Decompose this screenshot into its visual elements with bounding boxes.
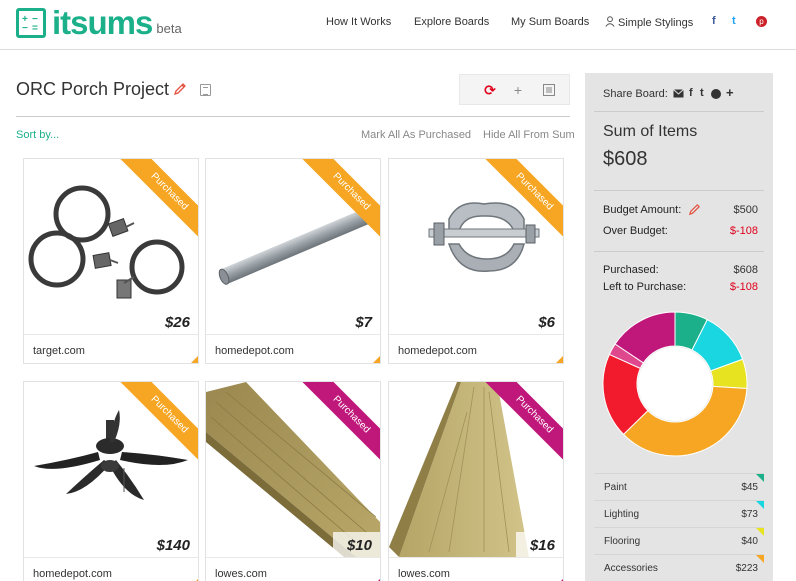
item-price: $6 — [524, 309, 563, 334]
panel-separator — [594, 251, 764, 252]
item-card[interactable]: Purchased $6 homedepot.com — [388, 158, 564, 364]
logo-text: itsums — [52, 4, 153, 41]
nav-simple-stylings-label: Simple Stylings — [618, 17, 694, 29]
pinterest-share-icon[interactable] — [711, 89, 721, 99]
logo-beta: beta — [156, 21, 182, 36]
panel-separator — [594, 190, 764, 191]
category-value: $45 — [741, 482, 758, 493]
nav-simple-stylings[interactable]: Simple Stylings — [605, 16, 693, 29]
category-corner-marker — [555, 356, 563, 363]
item-card[interactable]: Purchased $140 homedepot.com — [23, 381, 199, 581]
purchased-label: Purchased: — [603, 264, 659, 276]
nav-explore-boards[interactable]: Explore Boards — [414, 16, 489, 28]
category-value: $223 — [735, 563, 758, 574]
mark-all-purchased-link[interactable]: Mark All As Purchased — [361, 129, 471, 141]
board-toolbar: ⟳ + — [459, 74, 570, 105]
category-row-flooring[interactable]: Flooring $40 — [594, 527, 764, 554]
item-store[interactable]: homedepot.com — [33, 568, 112, 580]
item-price: $10 — [332, 532, 380, 557]
category-name: Accessories — [604, 563, 658, 574]
category-color-marker — [756, 555, 764, 563]
budget-amount-value: $500 — [733, 204, 758, 216]
edit-title-pencil-icon[interactable] — [173, 82, 187, 96]
item-footer: homedepot.com — [206, 334, 380, 363]
category-row-paint[interactable]: Paint $45 — [594, 473, 764, 500]
item-image[interactable]: Purchased $7 — [206, 159, 380, 334]
donut-center — [638, 347, 712, 421]
item-footer: homedepot.com — [24, 557, 198, 581]
item-store[interactable]: homedepot.com — [215, 345, 294, 357]
board-title: ORC Porch Project — [16, 79, 170, 99]
copy-board-icon[interactable] — [200, 84, 211, 96]
category-color-marker — [756, 501, 764, 509]
share-board-label: Share Board: — [603, 88, 668, 100]
sum-panel: Share Board: f t + Sum of Items $608 Bud… — [585, 73, 773, 581]
email-share-icon[interactable] — [673, 89, 684, 98]
sum-of-items-value: $608 — [603, 148, 648, 170]
category-name: Lighting — [604, 509, 640, 520]
category-value: $73 — [741, 509, 758, 520]
list-view-icon[interactable] — [540, 81, 558, 99]
category-value: $40 — [741, 536, 758, 547]
category-row-accessories[interactable]: Accessories $223 — [594, 554, 764, 581]
category-corner-marker — [190, 356, 198, 363]
top-header: + − − = itsums beta How It Works Explore… — [0, 0, 796, 50]
item-card[interactable]: Purchased $7 homedepot.com — [205, 158, 381, 364]
donut-chart-svg — [602, 311, 748, 457]
nav-how-it-works[interactable]: How It Works — [326, 16, 391, 28]
item-store[interactable]: lowes.com — [215, 568, 267, 580]
over-budget-label: Over Budget: — [603, 225, 668, 237]
item-footer: target.com — [24, 334, 198, 363]
pinterest-icon[interactable]: p — [756, 16, 767, 27]
item-footer: lowes.com — [389, 557, 563, 581]
category-name: Flooring — [604, 536, 641, 547]
purchased-value: $608 — [733, 264, 758, 276]
item-image[interactable]: Purchased $140 — [24, 382, 198, 557]
item-image[interactable]: Purchased $26 — [24, 159, 198, 334]
add-item-icon[interactable]: + — [509, 81, 527, 99]
more-share-icon[interactable]: + — [726, 85, 734, 100]
category-color-marker — [756, 528, 764, 536]
twitter-share-icon[interactable]: t — [700, 87, 704, 99]
item-image[interactable]: Purchased $10 — [206, 382, 380, 557]
nav-my-sum-boards[interactable]: My Sum Boards — [511, 16, 589, 28]
budget-amount-label: Budget Amount: — [603, 204, 682, 216]
item-price: $140 — [142, 532, 198, 557]
item-card[interactable]: Purchased $26 target.com — [23, 158, 199, 364]
logo-icon: + − − = — [16, 8, 46, 38]
hide-all-from-sum-link[interactable]: Hide All From Sum — [483, 129, 575, 141]
refresh-icon[interactable]: ⟳ — [481, 81, 499, 99]
facebook-share-icon[interactable]: f — [689, 87, 693, 99]
panel-separator — [594, 111, 764, 112]
item-price: $7 — [341, 309, 380, 334]
category-donut-chart — [600, 309, 750, 459]
item-price: $26 — [150, 309, 198, 334]
twitter-icon[interactable]: t — [732, 15, 736, 27]
category-row-lighting[interactable]: Lighting $73 — [594, 500, 764, 527]
facebook-icon[interactable]: f — [712, 15, 716, 27]
category-name: Paint — [604, 482, 627, 493]
item-store[interactable]: lowes.com — [398, 568, 450, 580]
sum-of-items-label: Sum of Items — [603, 123, 698, 140]
left-to-purchase-value: $-108 — [729, 281, 758, 293]
title-divider — [16, 116, 570, 117]
item-footer: lowes.com — [206, 557, 380, 581]
item-footer: homedepot.com — [389, 334, 563, 363]
over-budget-value: $-108 — [729, 225, 758, 237]
item-store[interactable]: homedepot.com — [398, 345, 477, 357]
left-to-purchase-label: Left to Purchase: — [603, 281, 687, 293]
item-price: $16 — [515, 532, 563, 557]
item-store[interactable]: target.com — [33, 345, 85, 357]
item-card[interactable]: Purchased $16 lowes.com — [388, 381, 564, 581]
item-image[interactable]: Purchased $6 — [389, 159, 563, 334]
item-image[interactable]: Purchased $16 — [389, 382, 563, 557]
user-icon — [605, 16, 615, 27]
sort-by-link[interactable]: Sort by... — [16, 129, 59, 141]
edit-budget-pencil-icon[interactable] — [688, 203, 701, 216]
item-card[interactable]: Purchased $10 lowes.com — [205, 381, 381, 581]
category-corner-marker — [372, 356, 380, 363]
category-color-marker — [756, 474, 764, 482]
logo[interactable]: + − − = itsums beta — [16, 4, 182, 41]
